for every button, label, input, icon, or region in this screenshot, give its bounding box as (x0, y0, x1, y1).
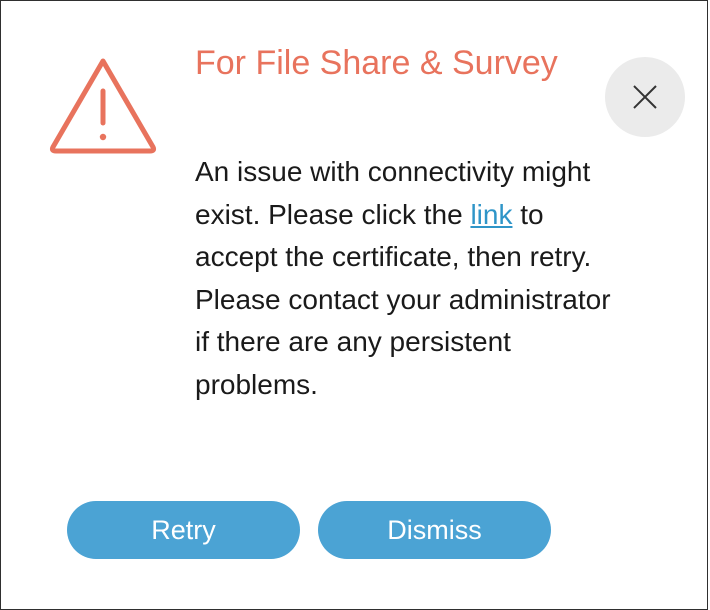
warning-triangle-icon (45, 53, 161, 157)
dismiss-button[interactable]: Dismiss (318, 501, 551, 559)
error-dialog: For File Share & Survey An issue with co… (0, 0, 708, 610)
certificate-link[interactable]: link (470, 199, 512, 230)
close-icon (633, 85, 657, 109)
close-button[interactable] (605, 57, 685, 137)
retry-button[interactable]: Retry (67, 501, 300, 559)
dialog-title: For File Share & Survey (195, 44, 558, 82)
dialog-message: An issue with connectivity might exist. … (195, 151, 615, 406)
